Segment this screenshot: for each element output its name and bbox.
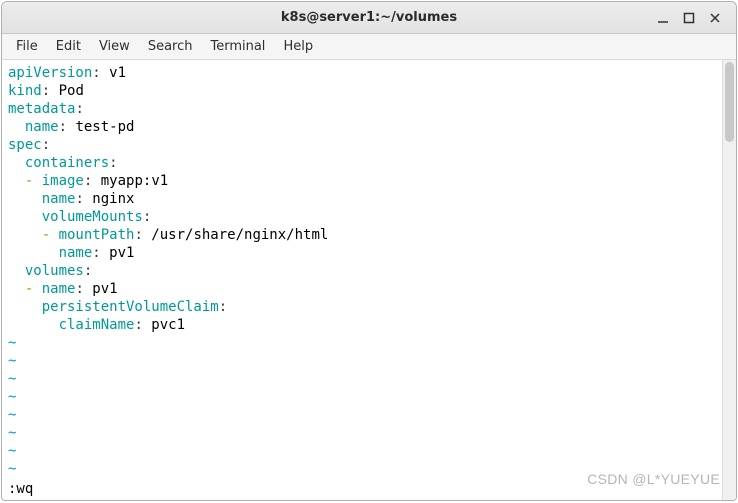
empty-line-tilde: ~ <box>8 460 718 478</box>
empty-line-tilde: ~ <box>8 370 718 388</box>
code-line: containers: <box>8 154 718 172</box>
menu-search[interactable]: Search <box>140 36 201 57</box>
code-line: name: nginx <box>8 190 718 208</box>
menu-help[interactable]: Help <box>275 36 321 57</box>
empty-line-tilde: ~ <box>8 424 718 442</box>
empty-line-tilde: ~ <box>8 352 718 370</box>
terminal[interactable]: apiVersion: v1kind: Podmetadata: name: t… <box>2 60 722 500</box>
code-line: spec: <box>8 136 718 154</box>
code-line: volumes: <box>8 262 718 280</box>
code-line: claimName: pvc1 <box>8 316 718 334</box>
window-controls <box>656 2 732 33</box>
maximize-icon <box>683 12 695 24</box>
empty-line-tilde: ~ <box>8 442 718 460</box>
minimize-icon <box>657 12 669 24</box>
close-icon <box>709 12 721 24</box>
code-line: kind: Pod <box>8 82 718 100</box>
menu-edit[interactable]: Edit <box>48 36 89 57</box>
menu-file[interactable]: File <box>8 36 46 57</box>
code-line: volumeMounts: <box>8 208 718 226</box>
menu-view[interactable]: View <box>91 36 138 57</box>
maximize-button[interactable] <box>682 11 696 25</box>
code-line: - name: pv1 <box>8 280 718 298</box>
scrollbar-thumb[interactable] <box>725 62 734 142</box>
terminal-area: apiVersion: v1kind: Podmetadata: name: t… <box>2 60 736 500</box>
code-line: name: test-pd <box>8 118 718 136</box>
code-line: metadata: <box>8 100 718 118</box>
code-line: name: pv1 <box>8 244 718 262</box>
menu-terminal[interactable]: Terminal <box>202 36 273 57</box>
vim-command-line[interactable]: :wq <box>8 480 718 498</box>
terminal-window: k8s@server1:~/volumes File Edit View Sea… <box>1 1 737 501</box>
code-line: apiVersion: v1 <box>8 64 718 82</box>
empty-line-tilde: ~ <box>8 334 718 352</box>
editor-contents: apiVersion: v1kind: Podmetadata: name: t… <box>8 64 718 480</box>
scrollbar[interactable] <box>722 60 736 500</box>
window-title: k8s@server1:~/volumes <box>2 10 736 25</box>
empty-line-tilde: ~ <box>8 388 718 406</box>
close-button[interactable] <box>708 11 722 25</box>
code-line: persistentVolumeClaim: <box>8 298 718 316</box>
menubar: File Edit View Search Terminal Help <box>2 34 736 60</box>
code-line: - image: myapp:v1 <box>8 172 718 190</box>
empty-line-tilde: ~ <box>8 406 718 424</box>
code-line: - mountPath: /usr/share/nginx/html <box>8 226 718 244</box>
titlebar[interactable]: k8s@server1:~/volumes <box>2 2 736 34</box>
minimize-button[interactable] <box>656 11 670 25</box>
